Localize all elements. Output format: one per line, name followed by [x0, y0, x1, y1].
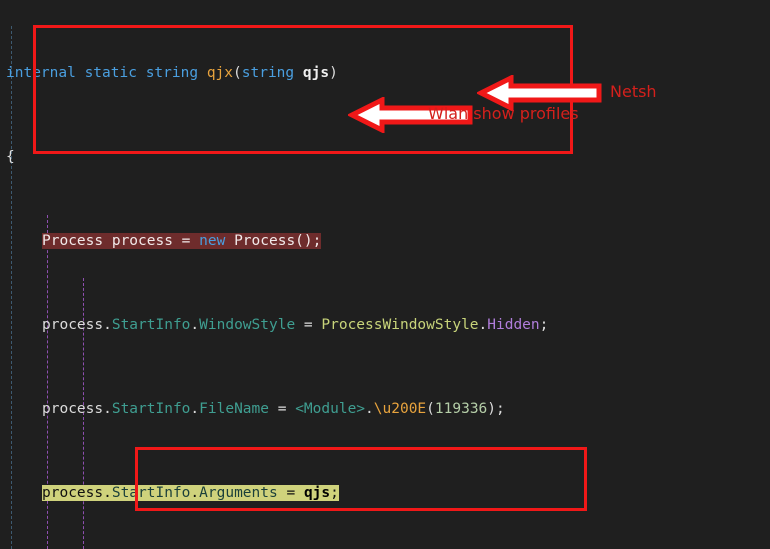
code-line: process.StartInfo.WindowStyle = ProcessW…: [42, 317, 549, 333]
screenshot-root: internal static string qjx(string qjs) {…: [0, 0, 770, 549]
code-line-process-new: Process process = new Process();: [42, 233, 322, 249]
code-line-filename: process.StartInfo.FileName = <Module>.\u…: [42, 401, 505, 417]
callout-wlan-label: Wlan show profiles: [428, 104, 579, 123]
code-line: internal static string qjx(string qjs): [6, 65, 338, 81]
code-line: {: [6, 149, 15, 165]
code-line-arguments: process.StartInfo.Arguments = qjs;: [42, 485, 339, 501]
callout-netsh-label: Netsh: [610, 82, 657, 101]
